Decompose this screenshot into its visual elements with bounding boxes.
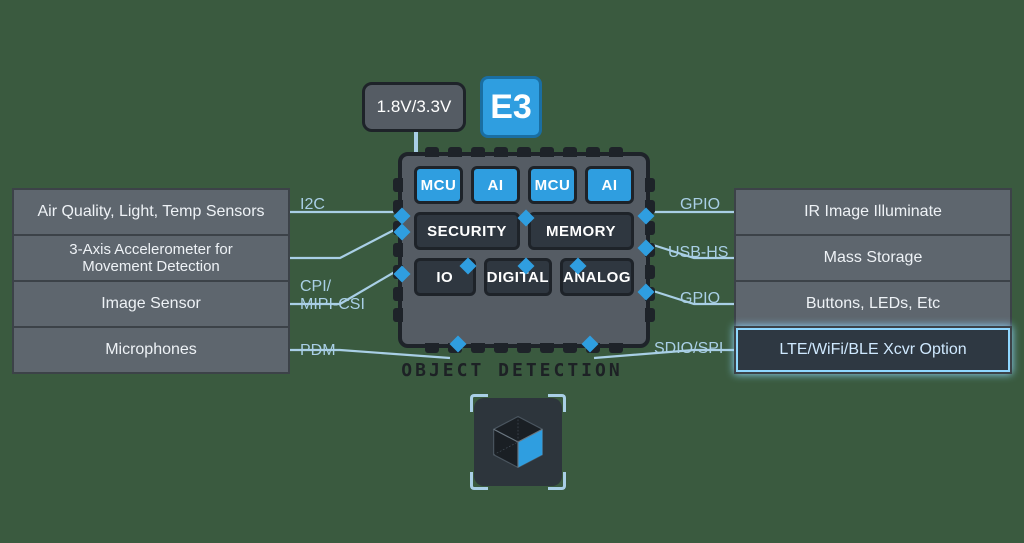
chip-analog: ANALOG xyxy=(560,258,634,296)
bus-gpio-1: GPIO xyxy=(680,196,720,214)
bus-sdio-spi: SDIO/SPI xyxy=(654,340,723,358)
cube-icon xyxy=(474,398,562,486)
chip-io: IO xyxy=(414,258,476,296)
chip-mcu-1: MCU xyxy=(414,166,463,204)
chip-mcu-2: MCU xyxy=(528,166,577,204)
bus-cpi-mipi: CPI/MIPI-CSI xyxy=(300,278,365,314)
panel-mass-storage: Mass Storage xyxy=(734,234,1012,282)
voltage-box: 1.8V/3.3V xyxy=(362,82,466,132)
chip-memory: MEMORY xyxy=(528,212,634,250)
chip-ai-2: AI xyxy=(585,166,634,204)
e3-badge: E3 xyxy=(480,76,542,138)
chip-digital: DIGITAL xyxy=(484,258,552,296)
left-peripherals: Air Quality, Light, Temp Sensors 3-Axis … xyxy=(12,188,290,374)
panel-air-quality: Air Quality, Light, Temp Sensors xyxy=(12,188,290,236)
mcu-chip: MCU AI MCU AI SECURITY MEMORY IO DIGITAL… xyxy=(398,152,650,348)
panel-ir-illuminate: IR Image Illuminate xyxy=(734,188,1012,236)
panel-accelerometer: 3-Axis Accelerometer forMovement Detecti… xyxy=(12,234,290,282)
bus-usb-hs: USB-HS xyxy=(668,244,728,262)
bus-pdm: PDM xyxy=(300,342,336,360)
chip-caption: OBJECT DETECTION xyxy=(0,360,1024,381)
bus-gpio-2: GPIO xyxy=(680,290,720,308)
chip-ai-1: AI xyxy=(471,166,520,204)
panel-buttons-leds: Buttons, LEDs, Etc xyxy=(734,280,1012,328)
bus-i2c: I2C xyxy=(300,196,325,214)
chip-security: SECURITY xyxy=(414,212,520,250)
panel-image-sensor: Image Sensor xyxy=(12,280,290,328)
right-peripherals: IR Image Illuminate Mass Storage Buttons… xyxy=(734,188,1012,374)
